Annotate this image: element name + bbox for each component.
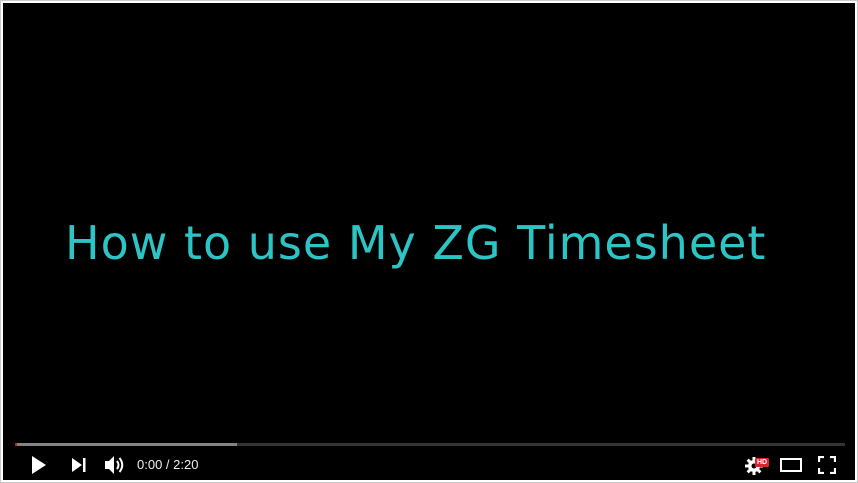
video-player[interactable]: How to use My ZG Timesheet 0:00 / 2:20 H… [3, 3, 855, 480]
settings-icon: HD [743, 455, 770, 475]
progress-loaded [15, 443, 237, 446]
time-display: 0:00 / 2:20 [137, 457, 199, 472]
progress-bar[interactable] [15, 443, 845, 446]
fullscreen-icon [818, 456, 836, 474]
next-button[interactable] [65, 451, 93, 479]
play-icon [31, 456, 47, 474]
theater-mode-icon [780, 458, 802, 472]
theater-mode-button[interactable] [777, 451, 805, 479]
volume-button[interactable] [101, 451, 129, 479]
video-title-text: How to use My ZG Timesheet [65, 216, 767, 270]
video-frame: How to use My ZG Timesheet 0:00 / 2:20 H… [0, 0, 858, 483]
volume-icon [104, 455, 126, 475]
fullscreen-button[interactable] [813, 451, 841, 479]
settings-button[interactable]: HD [741, 451, 770, 479]
hd-badge: HD [755, 458, 770, 467]
control-bar: 0:00 / 2:20 HD [3, 449, 855, 480]
play-button[interactable] [25, 451, 53, 479]
progress-played [15, 443, 18, 446]
next-icon [71, 458, 87, 472]
